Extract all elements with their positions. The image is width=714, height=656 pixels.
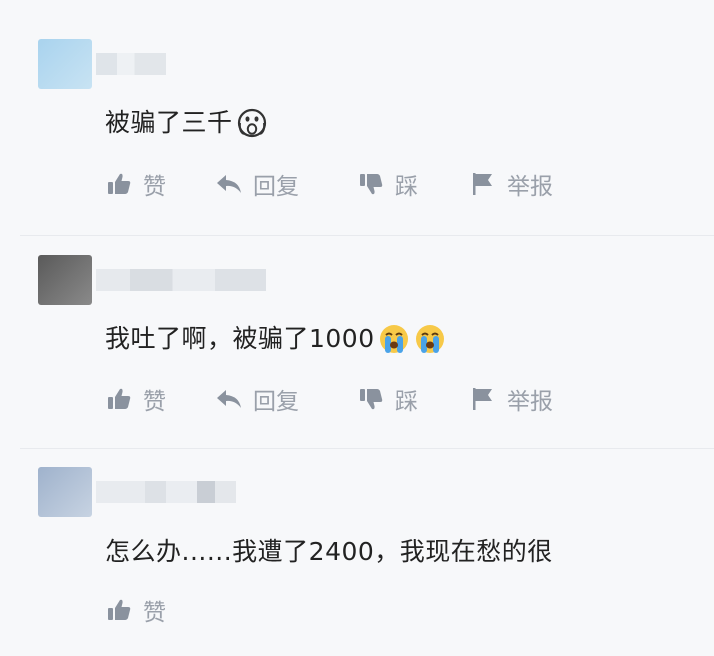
report-label: 举报 bbox=[507, 174, 553, 200]
reply-button[interactable]: 回复 bbox=[215, 167, 357, 201]
dislike-label: 踩 bbox=[395, 389, 418, 415]
like-label: 赞 bbox=[143, 174, 166, 200]
flag-icon bbox=[469, 170, 497, 198]
comment-actions: 赞 bbox=[105, 593, 215, 627]
thumbs-down-icon bbox=[357, 385, 385, 413]
crying-face-icon bbox=[377, 322, 411, 356]
comment-text: 怎么办......我遭了2400，我现在愁的很 bbox=[105, 535, 553, 569]
avatar[interactable] bbox=[38, 255, 92, 305]
blurred-username bbox=[96, 269, 266, 291]
like-label: 赞 bbox=[143, 600, 166, 626]
avatar[interactable] bbox=[38, 39, 92, 89]
reply-label: 回复 bbox=[253, 174, 299, 200]
like-label: 赞 bbox=[143, 389, 166, 415]
comment-author[interactable] bbox=[38, 38, 166, 90]
comment-body: 怎么办......我遭了2400，我现在愁的很 bbox=[105, 537, 553, 566]
dislike-label: 踩 bbox=[395, 174, 418, 200]
divider bbox=[20, 448, 714, 449]
comment-author[interactable] bbox=[38, 254, 266, 306]
blurred-username bbox=[96, 53, 166, 75]
comment-text: 我吐了啊，被骗了1000 bbox=[105, 322, 447, 356]
reply-arrow-icon bbox=[215, 170, 243, 198]
comment-actions: 赞 回复 踩 举报 bbox=[105, 382, 553, 416]
comment-body: 被骗了三千 bbox=[105, 108, 233, 137]
comment-body: 我吐了啊，被骗了1000 bbox=[105, 324, 375, 353]
like-button[interactable]: 赞 bbox=[105, 593, 215, 627]
comment-actions: 赞 回复 踩 举报 bbox=[105, 167, 553, 201]
reply-arrow-icon bbox=[215, 385, 243, 413]
thumbs-up-icon bbox=[105, 596, 133, 624]
divider bbox=[20, 235, 714, 236]
avatar[interactable] bbox=[38, 467, 92, 517]
report-label: 举报 bbox=[507, 389, 553, 415]
like-button[interactable]: 赞 bbox=[105, 382, 215, 416]
thumbs-up-icon bbox=[105, 385, 133, 413]
thumbs-up-icon bbox=[105, 170, 133, 198]
thumbs-down-icon bbox=[357, 170, 385, 198]
crying-face-icon bbox=[413, 322, 447, 356]
report-button[interactable]: 举报 bbox=[469, 382, 553, 416]
reply-button[interactable]: 回复 bbox=[215, 382, 357, 416]
blurred-username bbox=[96, 481, 236, 503]
scream-face-icon bbox=[235, 106, 269, 140]
comment-text: 被骗了三千 bbox=[105, 106, 269, 140]
dislike-button[interactable]: 踩 bbox=[357, 167, 469, 201]
comment-author[interactable] bbox=[38, 466, 236, 518]
dislike-button[interactable]: 踩 bbox=[357, 382, 469, 416]
reply-label: 回复 bbox=[253, 389, 299, 415]
report-button[interactable]: 举报 bbox=[469, 167, 553, 201]
flag-icon bbox=[469, 385, 497, 413]
like-button[interactable]: 赞 bbox=[105, 167, 215, 201]
